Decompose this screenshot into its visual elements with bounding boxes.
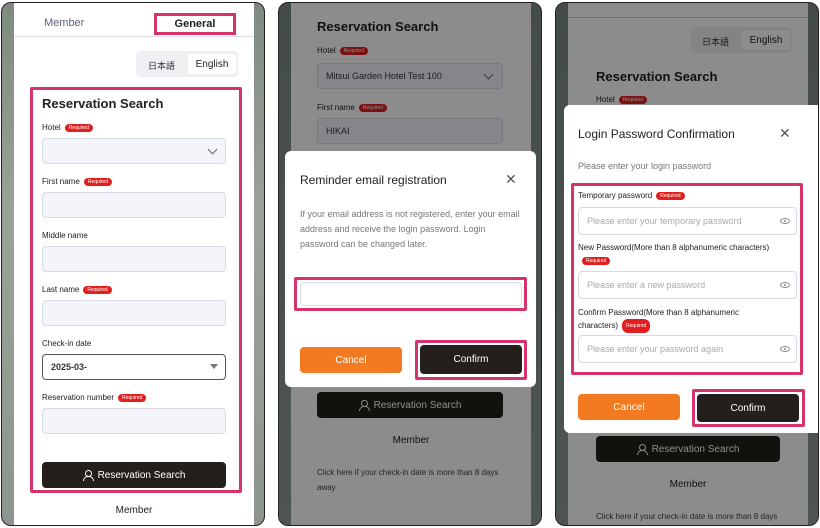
cancel-button[interactable]: Cancel [300, 347, 402, 373]
middle-name-input[interactable] [42, 246, 226, 272]
dialog-subtitle: Please enter your login password [578, 161, 712, 171]
last-name-label: Last name Required [42, 285, 112, 294]
new-password-label: New Password(More than 8 alphanumeric ch… [578, 243, 770, 252]
dialog-title: Reminder email registration [300, 173, 447, 187]
dialog-body: If your email address is not registered,… [300, 209, 520, 249]
search-card: Member General 日本語 English Reservation S… [14, 3, 254, 525]
required-badge: Required [83, 177, 113, 186]
dialog-title: Login Password Confirmation [578, 127, 735, 141]
password-dialog: Login Password Confirmation ✕ Please ent… [564, 105, 818, 433]
required-badge: Required [64, 123, 93, 132]
calendar-dropdown-icon [210, 364, 218, 369]
close-icon[interactable]: ✕ [779, 125, 791, 142]
eye-icon[interactable] [780, 218, 790, 224]
temp-password-label: Temporary password Required [578, 191, 685, 200]
first-name-input[interactable] [42, 192, 226, 218]
required-badge: Required [622, 319, 651, 333]
user-icon [82, 470, 94, 481]
hotel-select[interactable] [42, 138, 226, 164]
member-link[interactable]: Member [14, 505, 254, 516]
checkin-date-input[interactable]: 2025-03- [42, 354, 226, 380]
panel-password-confirmation: 日本語 English Reservation Search Hotel Requ… [555, 2, 819, 526]
panel-reservation-search: Member General 日本語 English Reservation S… [1, 2, 265, 526]
close-icon[interactable]: ✕ [505, 171, 517, 188]
reservation-number-label: Reservation number Required [42, 393, 147, 402]
confirm-button[interactable]: Confirm [697, 394, 799, 422]
middle-name-label: Middle name [42, 231, 88, 240]
confirm-password-label: Confirm Password(More than 8 alphanumeri… [578, 307, 778, 333]
required-badge: Required [582, 257, 611, 265]
panel-reminder-email: Reservation Search Hotel Required Mitsui … [278, 2, 542, 526]
reminder-dialog: Reminder email registration ✕ If your em… [285, 151, 536, 387]
reservation-search-button[interactable]: Reservation Search [42, 462, 226, 488]
lang-ja[interactable]: 日本語 [148, 59, 175, 72]
eye-icon[interactable] [780, 346, 790, 352]
confirm-password-input[interactable]: Please enter your password again [578, 335, 797, 363]
first-name-label: First name Required [42, 177, 113, 186]
last-name-input[interactable] [42, 300, 226, 326]
hotel-label: Hotel Required [42, 123, 93, 132]
eye-icon[interactable] [780, 282, 790, 288]
new-password-input[interactable]: Please enter a new password [578, 271, 797, 299]
required-badge: Required [83, 285, 112, 294]
checkin-label: Check-in date [42, 339, 92, 348]
temp-password-input[interactable]: Please enter your temporary password [578, 207, 797, 235]
email-input[interactable] [300, 282, 522, 306]
form-title: Reservation Search [42, 96, 164, 111]
required-badge: Required [118, 393, 147, 402]
tab-member[interactable]: Member [44, 17, 84, 29]
required-badge: Required [656, 191, 685, 200]
tab-general[interactable]: General [154, 13, 236, 35]
cancel-button[interactable]: Cancel [578, 394, 680, 420]
reservation-number-input[interactable] [42, 408, 226, 434]
confirm-button[interactable]: Confirm [420, 345, 522, 374]
lang-en[interactable]: English [188, 54, 236, 74]
